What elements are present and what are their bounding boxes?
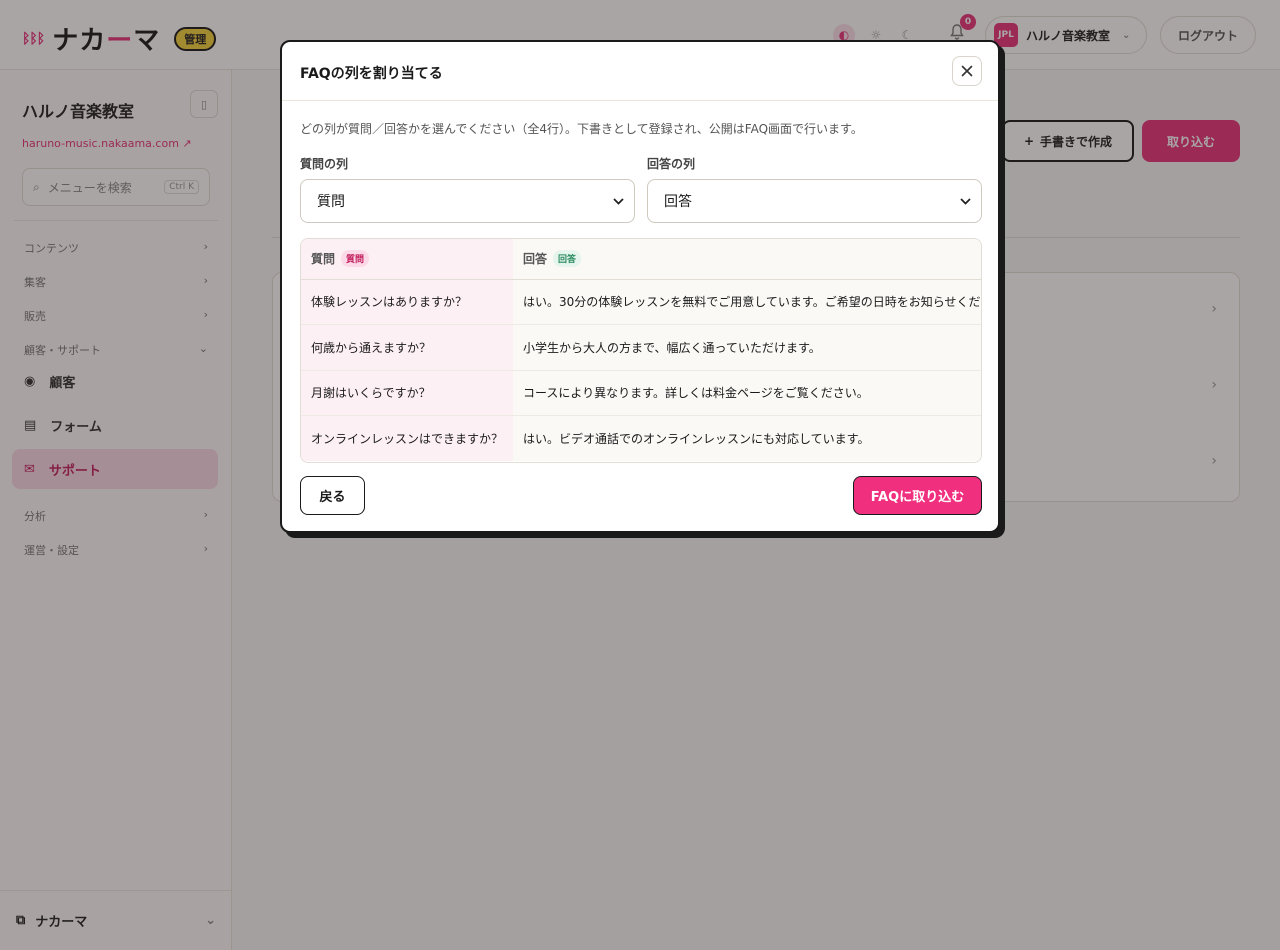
import-to-faq-button[interactable]: FAQに取り込む [853,476,982,515]
table-row: オンラインレッスンはできますか？ はい。ビデオ通話でのオンラインレッスンにも対応… [301,415,981,461]
chevron-down-icon [613,194,624,208]
question-cell: 月謝はいくらですか？ [301,370,514,416]
question-cell: 体験レッスンはありますか？ [301,279,514,325]
answer-column-select[interactable]: 回答 [647,179,982,223]
table-row: 体験レッスンはありますか？ はい。30分の体験レッスンを無料でご用意しています。… [301,279,981,325]
faq-preview-table: 質問 質問 回答 回答 体験レッスンはありますか？ はい。30分の体験レッスンを無料… [300,238,982,463]
chevron-down-icon [960,194,971,208]
answer-cell: 小学生から大人の方まで、幅広く通っていただけます。 [513,324,981,371]
dialog-header: FAQの列を割り当てる [282,42,998,101]
close-button[interactable] [952,56,982,86]
dialog-description: どの列が質問／回答かを選んでください（全4行）。下書きとして登録され、公開はFA… [300,122,863,136]
question-cell: 何歳から通えますか？ [301,324,514,371]
column-header-question: 質問 質問 [301,239,514,280]
dialog-title: FAQの列を割り当てる [300,66,443,82]
question-column-label: 質問の列 [300,157,349,171]
close-icon [961,65,973,77]
answer-cell: はい。30分の体験レッスンを無料でご用意しています。ご希望の日時をお知らせくださ… [513,279,981,325]
table-row: 月謝はいくらですか？ コースにより異なります。詳しくは料金ページをご覧ください。 [301,370,981,416]
question-tag: 質問 [341,250,370,268]
answer-tag: 回答 [553,250,582,268]
answer-cell: コースにより異なります。詳しくは料金ページをご覧ください。 [513,370,981,416]
answer-column-label: 回答の列 [647,157,696,171]
table-row: 何歳から通えますか？ 小学生から大人の方まで、幅広く通っていただけます。 [301,324,981,371]
answer-cell: はい。ビデオ通話でのオンラインレッスンにも対応しています。 [513,415,981,461]
question-column-select[interactable]: 質問 [300,179,635,223]
question-cell: オンラインレッスンはできますか？ [301,415,514,461]
table-header-row: 質問 質問 回答 回答 [301,239,981,280]
column-header-answer: 回答 回答 [513,239,981,280]
faq-column-mapping-dialog: FAQの列を割り当てる どの列が質問／回答かを選んでください（全4行）。下書きと… [280,40,1000,533]
back-button[interactable]: 戻る [300,476,365,515]
